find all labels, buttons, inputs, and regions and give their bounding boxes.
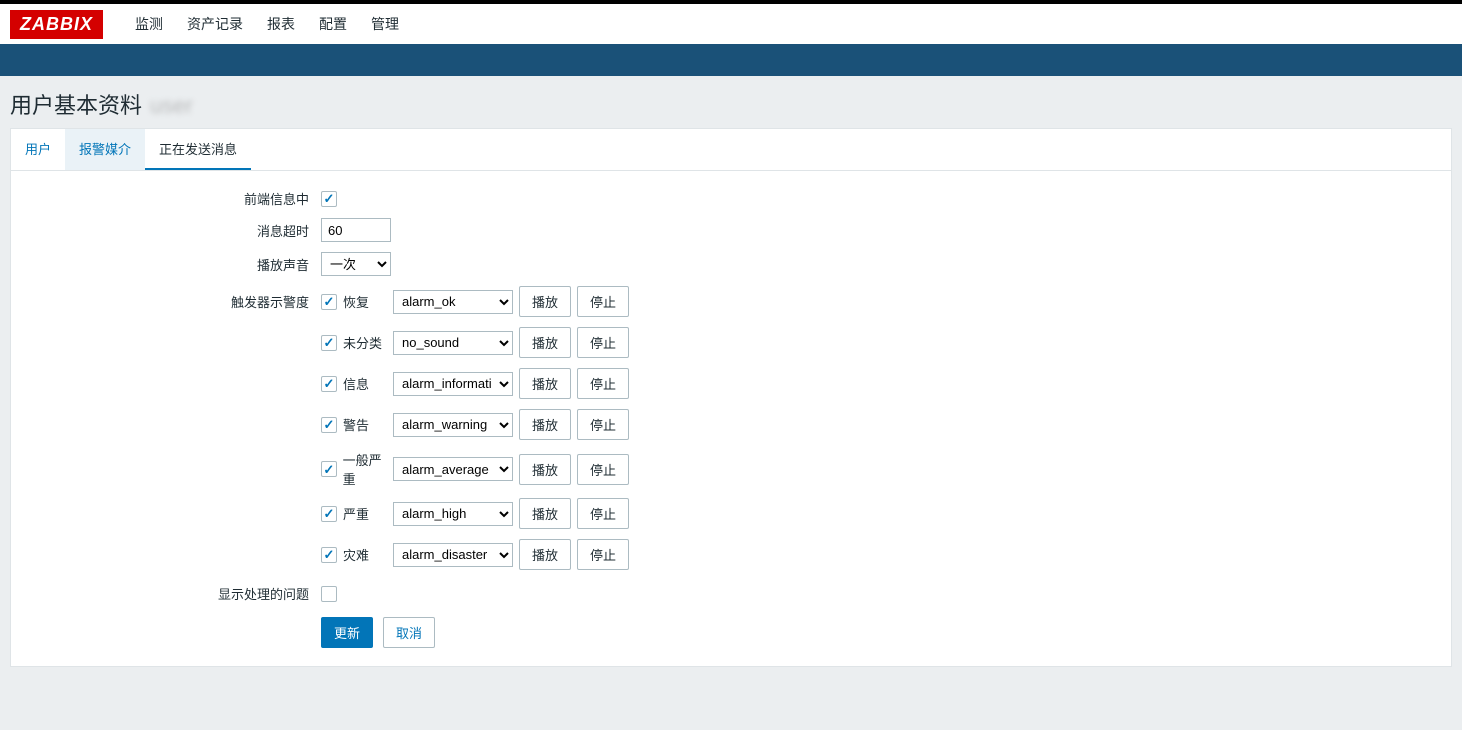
severity-label-information: 信息 <box>343 374 369 393</box>
row-frontend-messaging: 前端信息中 <box>21 189 1441 208</box>
row-message-timeout: 消息超时 <box>21 218 1441 242</box>
label-trigger-severity: 触发器示警度 <box>21 292 321 311</box>
nav-monitoring[interactable]: 监测 <box>123 4 175 44</box>
checkbox-show-suppressed[interactable] <box>321 586 337 602</box>
checkbox-frontend-messaging[interactable] <box>321 191 337 207</box>
btn-play-high[interactable]: 播放 <box>519 498 571 529</box>
tab-media[interactable]: 报警媒介 <box>65 129 145 170</box>
page-title: 用户基本资料 <box>10 88 142 120</box>
input-message-timeout[interactable] <box>321 218 391 242</box>
btn-stop-high[interactable]: 停止 <box>577 498 629 529</box>
page-title-area: 用户基本资料 user <box>0 76 1462 128</box>
sub-nav <box>0 44 1462 76</box>
update-button[interactable]: 更新 <box>321 617 373 648</box>
content-panel: 用户 报警媒介 正在发送消息 前端信息中 消息超时 播放声音 一次 <box>10 128 1452 667</box>
row-severity-2: 信息 alarm_information 播放 停止 <box>321 368 1441 399</box>
checkbox-severity-high[interactable] <box>321 506 337 522</box>
checkbox-severity-information[interactable] <box>321 376 337 392</box>
cancel-button[interactable]: 取消 <box>383 617 435 648</box>
severity-label-warning: 警告 <box>343 415 369 434</box>
select-sound-recovery[interactable]: alarm_ok <box>393 290 513 314</box>
btn-play-average[interactable]: 播放 <box>519 454 571 485</box>
row-severity-6: 灾难 alarm_disaster 播放 停止 <box>321 539 1441 570</box>
btn-play-notclassified[interactable]: 播放 <box>519 327 571 358</box>
checkbox-severity-disaster[interactable] <box>321 547 337 563</box>
tabs: 用户 报警媒介 正在发送消息 <box>11 129 1451 171</box>
btn-stop-recovery[interactable]: 停止 <box>577 286 629 317</box>
btn-stop-disaster[interactable]: 停止 <box>577 539 629 570</box>
btn-stop-warning[interactable]: 停止 <box>577 409 629 440</box>
nav-reports[interactable]: 报表 <box>255 4 307 44</box>
btn-play-information[interactable]: 播放 <box>519 368 571 399</box>
main-nav: 监测 资产记录 报表 配置 管理 <box>123 4 411 44</box>
btn-stop-information[interactable]: 停止 <box>577 368 629 399</box>
btn-play-recovery[interactable]: 播放 <box>519 286 571 317</box>
row-show-suppressed: 显示处理的问题 <box>21 584 1441 603</box>
btn-stop-notclassified[interactable]: 停止 <box>577 327 629 358</box>
row-severity-3: 警告 alarm_warning 播放 停止 <box>321 409 1441 440</box>
select-sound-disaster[interactable]: alarm_disaster <box>393 543 513 567</box>
row-severity-1: 未分类 no_sound 播放 停止 <box>321 327 1441 358</box>
checkbox-severity-recovery[interactable] <box>321 294 337 310</box>
select-sound-notclassified[interactable]: no_sound <box>393 331 513 355</box>
checkbox-severity-notclassified[interactable] <box>321 335 337 351</box>
select-play-sound[interactable]: 一次 <box>321 252 391 276</box>
severity-label-high: 严重 <box>343 504 369 523</box>
logo[interactable]: ZABBIX <box>10 10 103 39</box>
severity-label-disaster: 灾难 <box>343 545 369 564</box>
label-show-suppressed: 显示处理的问题 <box>21 584 321 603</box>
select-sound-warning[interactable]: alarm_warning <box>393 413 513 437</box>
nav-inventory[interactable]: 资产记录 <box>175 4 255 44</box>
tab-messaging[interactable]: 正在发送消息 <box>145 129 251 170</box>
tab-user[interactable]: 用户 <box>11 129 65 170</box>
row-play-sound: 播放声音 一次 <box>21 252 1441 276</box>
btn-play-disaster[interactable]: 播放 <box>519 539 571 570</box>
page-title-username: user <box>150 93 193 119</box>
form-area: 前端信息中 消息超时 播放声音 一次 触发器示警度 <box>11 171 1451 666</box>
label-frontend-messaging: 前端信息中 <box>21 189 321 208</box>
select-sound-high[interactable]: alarm_high <box>393 502 513 526</box>
row-severity-4: 一般严重 alarm_average 播放 停止 <box>321 450 1441 488</box>
button-row: 更新 取消 <box>321 617 1441 648</box>
nav-config[interactable]: 配置 <box>307 4 359 44</box>
btn-stop-average[interactable]: 停止 <box>577 454 629 485</box>
label-message-timeout: 消息超时 <box>21 221 321 240</box>
label-play-sound: 播放声音 <box>21 255 321 274</box>
select-sound-average[interactable]: alarm_average <box>393 457 513 481</box>
checkbox-severity-warning[interactable] <box>321 417 337 433</box>
checkbox-severity-average[interactable] <box>321 461 337 477</box>
header: ZABBIX 监测 资产记录 报表 配置 管理 <box>0 4 1462 44</box>
btn-play-warning[interactable]: 播放 <box>519 409 571 440</box>
severity-label-average: 一般严重 <box>343 450 393 488</box>
row-severity-5: 严重 alarm_high 播放 停止 <box>321 498 1441 529</box>
severity-label-recovery: 恢复 <box>343 292 369 311</box>
select-sound-information[interactable]: alarm_information <box>393 372 513 396</box>
nav-admin[interactable]: 管理 <box>359 4 411 44</box>
row-severity-0: 触发器示警度 恢复 alarm_ok 播放 停止 <box>21 286 1441 317</box>
severity-label-notclassified: 未分类 <box>343 333 382 352</box>
